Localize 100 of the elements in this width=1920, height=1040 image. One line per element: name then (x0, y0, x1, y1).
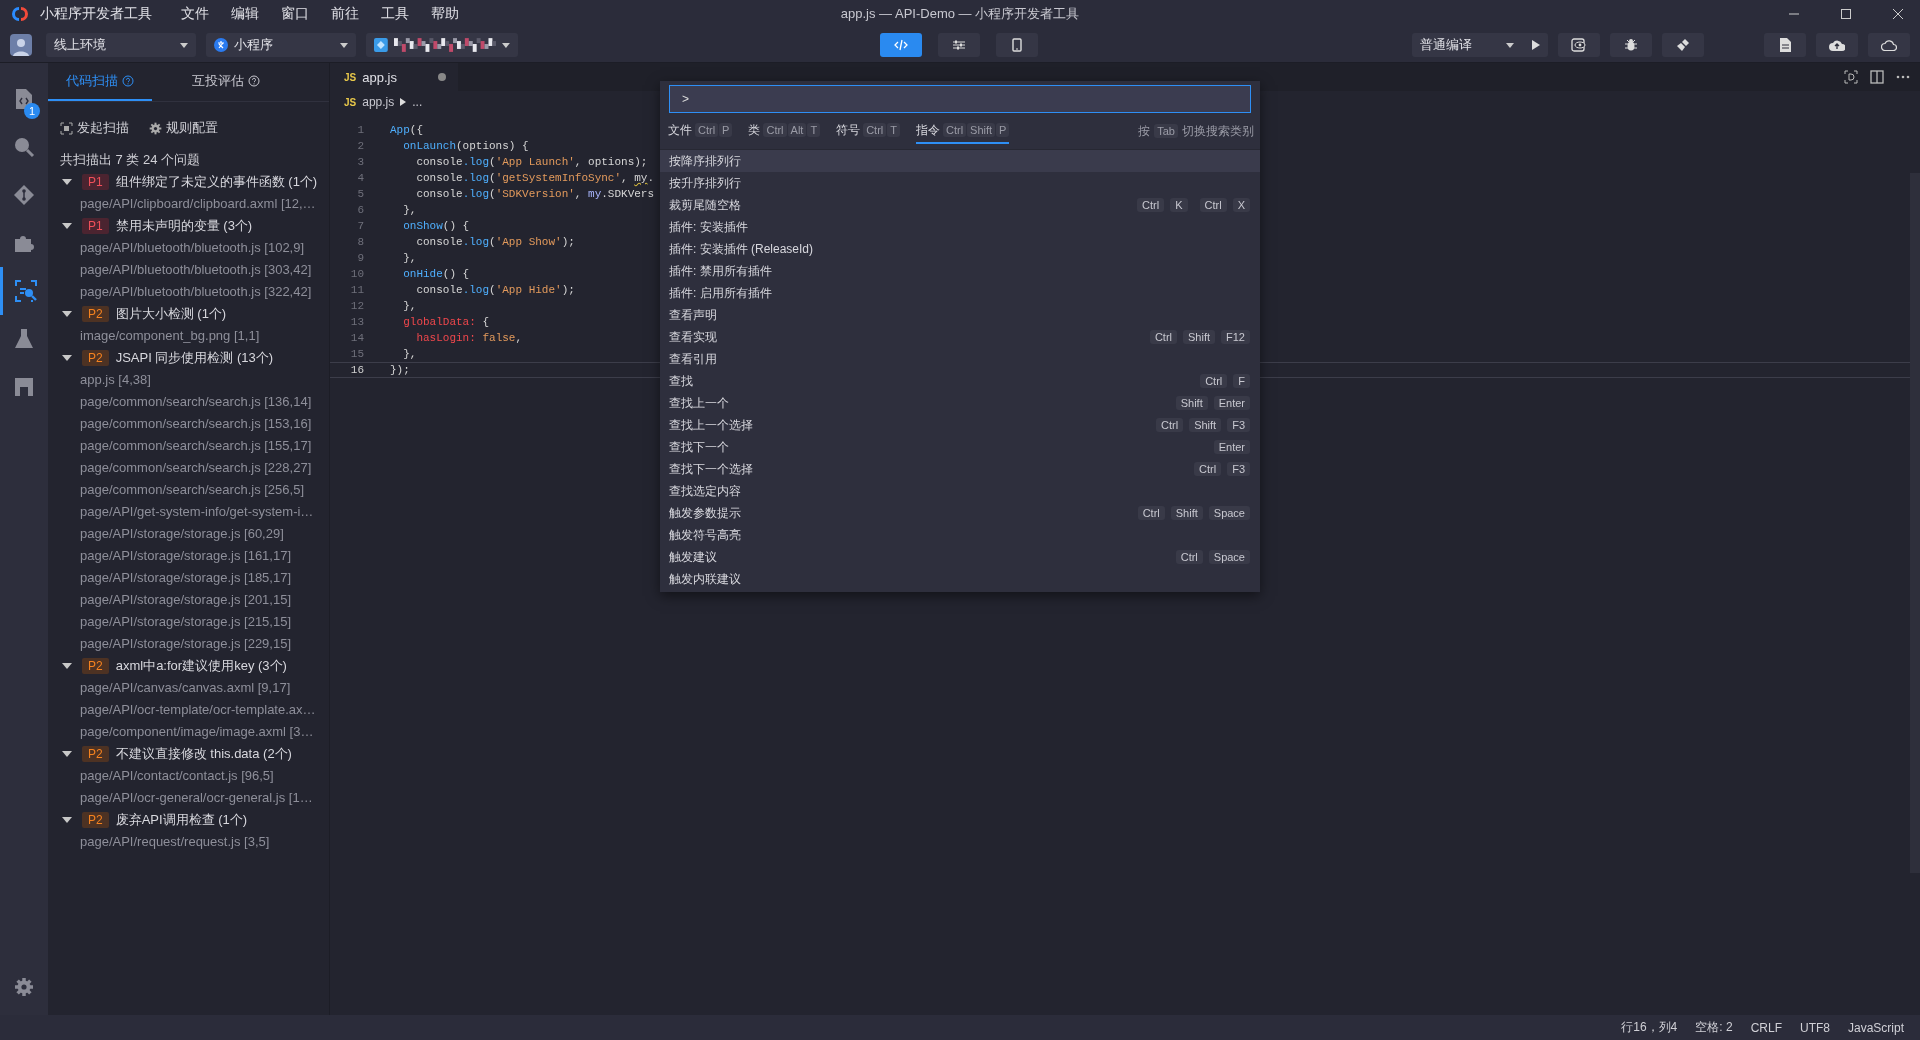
issue-location[interactable]: page/common/search/search.js [153,16] (48, 413, 312, 435)
expand-arrow-icon[interactable] (62, 179, 72, 185)
issue-location[interactable]: page/component/image/image.axml [3… (48, 721, 314, 743)
code-view-button[interactable] (880, 33, 922, 57)
more-icon[interactable] (1896, 75, 1910, 79)
issue-location[interactable]: page/API/storage/storage.js [185,17] (48, 567, 292, 589)
rule-config-button[interactable]: 规则配置 (149, 119, 218, 137)
status-item[interactable]: 空格: 2 (1695, 1019, 1733, 1036)
issue-location[interactable]: page/common/search/search.js [228,27] (48, 457, 312, 479)
avatar-icon[interactable] (10, 34, 32, 56)
issue-location[interactable]: page/API/bluetooth/bluetooth.js [322,42] (48, 281, 312, 303)
preview-button[interactable] (1558, 33, 1600, 57)
menu-item[interactable]: 文件 (170, 5, 220, 23)
issue-location[interactable]: page/API/storage/storage.js [215,15] (48, 611, 292, 633)
issue-location[interactable]: page/API/bluetooth/bluetooth.js [102,9] (48, 237, 305, 259)
issue-location[interactable]: page/API/bluetooth/bluetooth.js [303,42] (48, 259, 312, 281)
panel-tab[interactable]: 代码扫描 (48, 63, 152, 101)
issue-category[interactable]: JSAPI 同步使用检测 (13个) (115, 349, 274, 367)
command-item[interactable]: 查找选定内容 (660, 480, 1260, 502)
command-item[interactable]: 触发符号高亮 (660, 524, 1260, 546)
settings-view-button[interactable] (938, 33, 980, 57)
status-item[interactable]: CRLF (1750, 1020, 1782, 1035)
issue-category[interactable]: 图片大小检测 (1个) (115, 305, 227, 323)
status-item[interactable]: JavaScript (1847, 1020, 1904, 1035)
upload-button[interactable] (1816, 33, 1858, 57)
maximize-icon[interactable] (1840, 8, 1852, 20)
issue-location[interactable]: page/API/contact/contact.js [96,5] (48, 765, 274, 787)
start-scan-button[interactable]: 发起扫描 (60, 119, 129, 137)
command-item[interactable]: 查看引用 (660, 348, 1260, 370)
menu-item[interactable]: 前往 (320, 5, 370, 23)
expand-arrow-icon[interactable] (62, 311, 72, 317)
issue-location[interactable]: page/API/storage/storage.js [161,17] (48, 545, 292, 567)
settings-icon[interactable] (14, 977, 34, 997)
issue-category[interactable]: 禁用未声明的变量 (3个) (115, 217, 253, 235)
issue-location[interactable]: page/API/storage/storage.js [229,15] (48, 633, 292, 655)
command-item[interactable]: 插件: 启用所有插件 (660, 282, 1260, 304)
menu-item[interactable]: 工具 (370, 5, 420, 23)
command-item[interactable]: 查找下一个选择 Ctrl F3 (660, 458, 1260, 480)
box-icon[interactable] (14, 377, 34, 397)
command-item[interactable]: 查找上一个 Shift Enter (660, 392, 1260, 414)
issue-location[interactable]: page/common/search/search.js [256,5] (48, 479, 304, 501)
device-view-button[interactable] (996, 33, 1038, 57)
expand-arrow-icon[interactable] (62, 663, 72, 669)
issue-category[interactable]: 不建议直接修改 this.data (2个) (115, 745, 292, 763)
breadcrumb-item[interactable]: app.js (362, 95, 395, 109)
preview-icon[interactable] (1844, 70, 1858, 84)
issue-location[interactable]: page/API/storage/storage.js [60,29] (48, 523, 284, 545)
clean-button[interactable] (1662, 33, 1704, 57)
breadcrumb-item[interactable]: ... (412, 95, 423, 109)
command-item[interactable]: 按降序排列行 (660, 150, 1260, 172)
menu-item[interactable]: 窗口 (270, 5, 320, 23)
command-input[interactable]: > (669, 85, 1251, 113)
split-editor-icon[interactable] (1870, 70, 1884, 84)
issue-location[interactable]: page/API/get-system-info/get-system-i… (48, 501, 314, 523)
expand-arrow-icon[interactable] (62, 817, 72, 823)
scrollbar[interactable] (1910, 173, 1920, 873)
search-category-tab[interactable]: 指令 Ctrl Shift P (916, 118, 1010, 144)
menu-item[interactable]: 帮助 (420, 5, 470, 23)
command-item[interactable]: 裁剪尾随空格 Ctrl K Ctrl X (660, 194, 1260, 216)
command-item[interactable]: 按升序排列行 (660, 172, 1260, 194)
command-item[interactable]: 插件: 禁用所有插件 (660, 260, 1260, 282)
issue-location[interactable]: page/API/clipboard/clipboard.axml [12,… (48, 193, 316, 215)
command-item[interactable]: 查找下一个 Enter (660, 436, 1260, 458)
issue-location[interactable]: app.js [4,38] (48, 369, 151, 391)
compile-mode-dropdown[interactable]: 普通编译 (1412, 33, 1548, 57)
issue-category[interactable]: 废弃API调用检查 (1个) (115, 811, 248, 829)
search-category-tab[interactable]: 文件 Ctrl P (668, 118, 733, 144)
close-icon[interactable] (1892, 8, 1904, 20)
issue-location[interactable]: page/API/canvas/canvas.axml [9,17] (48, 677, 291, 699)
issue-location[interactable]: page/API/request/request.js [3,5] (48, 831, 270, 853)
command-item[interactable]: 插件: 安装插件 (660, 216, 1260, 238)
menu-item[interactable]: 编辑 (220, 5, 270, 23)
expand-arrow-icon[interactable] (62, 751, 72, 757)
issue-location[interactable]: page/API/ocr-general/ocr-general.js [1… (48, 787, 313, 809)
debug-button[interactable] (1610, 33, 1652, 57)
issue-location[interactable]: page/common/search/search.js [136,14] (48, 391, 312, 413)
command-item[interactable]: 查看声明 (660, 304, 1260, 326)
editor-tab[interactable]: JS app.js (330, 63, 458, 91)
issue-location[interactable]: page/common/search/search.js [155,17] (48, 435, 312, 457)
command-item[interactable]: 触发参数提示 Ctrl Shift Space (660, 502, 1260, 524)
document-button[interactable] (1764, 33, 1806, 57)
issue-category[interactable]: axml中a:for建议使用key (3个) (115, 657, 287, 675)
panel-tab[interactable]: 互投评估 (174, 63, 278, 101)
project-dropdown[interactable] (366, 33, 518, 57)
expand-arrow-icon[interactable] (62, 223, 72, 229)
environment-dropdown[interactable]: 线上环境 (46, 33, 196, 57)
scan-icon[interactable] (14, 280, 37, 302)
search-category-tab[interactable]: 类 Ctrl Alt T (748, 118, 821, 144)
cloud-button[interactable] (1868, 33, 1910, 57)
issue-location[interactable]: page/API/storage/storage.js [201,15] (48, 589, 292, 611)
command-item[interactable]: 查找上一个选择 Ctrl Shift F3 (660, 414, 1260, 436)
search-category-tab[interactable]: 符号 Ctrl T (836, 118, 900, 144)
search-icon[interactable] (13, 136, 35, 158)
issue-location[interactable]: page/API/ocr-template/ocr-template.ax… (48, 699, 316, 721)
status-item[interactable]: UTF8 (1799, 1020, 1830, 1035)
command-item[interactable]: 触发建议 Ctrl Space (660, 546, 1260, 568)
command-item[interactable]: 查找 Ctrl F (660, 370, 1260, 392)
issue-location[interactable]: image/component_bg.png [1,1] (48, 325, 260, 347)
status-item[interactable]: 行16，列4 (1621, 1019, 1678, 1036)
app-type-dropdown[interactable]: 小程序 (206, 33, 356, 57)
